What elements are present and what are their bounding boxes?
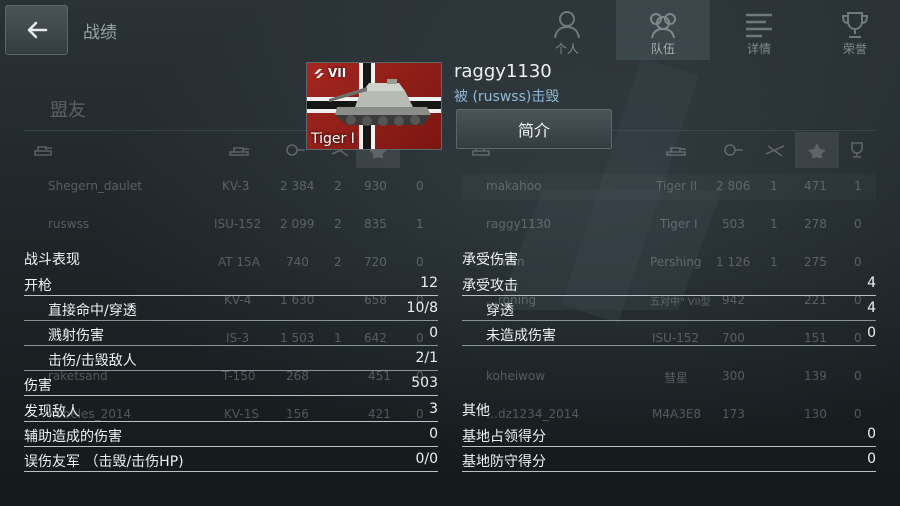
tank-image — [329, 79, 431, 126]
stat-row-assist-damage: 辅助造成的伤害 0 — [24, 426, 438, 447]
stat-row-shots: 开枪 12 — [24, 275, 438, 296]
arrow-left-icon — [27, 21, 47, 39]
table-row: raggy1130 Tiger I 503 1 278 0 — [486, 217, 862, 231]
tab-honors[interactable]: 荣誉 — [808, 0, 900, 60]
stat-row-damage: 伤害 503 — [24, 375, 438, 396]
stat-row-capture-points: 基地占领得分 0 — [462, 426, 876, 447]
table-row: koheiwow 彗星 300 139 0 — [486, 369, 862, 385]
team-icon — [650, 13, 676, 39]
received-section-title: 承受伤害 — [462, 252, 518, 268]
tab-label: 个人 — [554, 42, 579, 56]
vehicle-icon — [666, 147, 686, 156]
star-icon — [808, 143, 826, 158]
stat-row-defense-points: 基地防守得分 0 — [462, 451, 876, 472]
table-row: Shegern_daulet KV-3 2 384 2 930 0 — [48, 179, 424, 193]
tank-icon — [34, 146, 52, 156]
tier-badge: VII — [313, 66, 346, 80]
tab-label: 队伍 — [650, 42, 675, 56]
stat-row-damaged-destroyed: 击伤/击毁敌人 2/1 — [24, 346, 438, 371]
vehicle-card: VII Tiger I — [306, 62, 442, 150]
tab-details[interactable]: 详情 — [712, 0, 806, 60]
back-button[interactable] — [5, 5, 68, 55]
killed-by-text: 被 (ruswss)击毁 — [454, 89, 560, 105]
tab-personal[interactable]: 个人 — [520, 0, 614, 60]
stat-row-spotted: 发现敌人 3 — [24, 401, 438, 422]
stat-row-no-damage: 未造成伤害 0 — [462, 321, 876, 346]
allies-title: 盟友 — [50, 100, 86, 121]
trophy-icon — [851, 142, 863, 158]
kills-icon — [765, 145, 785, 157]
stat-row-splash-damage: 溅射伤害 0 — [24, 321, 438, 346]
top-bar: 战绩 个人 队伍 详情 荣誉 — [0, 0, 900, 60]
tab-label: 详情 — [746, 42, 771, 56]
page-title: 战绩 — [83, 23, 117, 43]
tier-label: VII — [328, 66, 347, 80]
stat-row-hits-penetrations: 直接命中/穿透 10/8 — [24, 296, 438, 321]
heavy-tank-icon — [314, 68, 324, 78]
tab-team[interactable]: 队伍 — [616, 0, 710, 60]
stat-row-received-penetrations: 穿透 4 — [462, 296, 876, 321]
player-name: raggy1130 — [454, 61, 552, 82]
vehicle-icon — [229, 147, 249, 156]
combat-section-title: 战斗表现 — [24, 252, 80, 268]
table-row: makahoo Tiger II 2 806 1 471 1 — [462, 174, 876, 200]
other-section-title: 其他 — [462, 403, 490, 419]
person-icon — [554, 11, 580, 39]
damage-icon — [286, 144, 305, 156]
table-row: ruswss ISU-152 2 099 2 835 1 — [48, 217, 424, 231]
stat-row-friendly-fire: 误伤友军 （击毁/击伤HP) 0/0 — [24, 451, 438, 472]
vehicle-name: Tiger I — [311, 131, 355, 147]
intro-button[interactable]: 简介 — [456, 109, 612, 149]
stat-row-received-hits: 承受攻击 4 — [462, 275, 876, 296]
details-icon — [746, 13, 772, 38]
damage-icon — [724, 144, 743, 156]
tab-label: 荣誉 — [842, 42, 867, 56]
trophy-icon — [841, 12, 869, 38]
